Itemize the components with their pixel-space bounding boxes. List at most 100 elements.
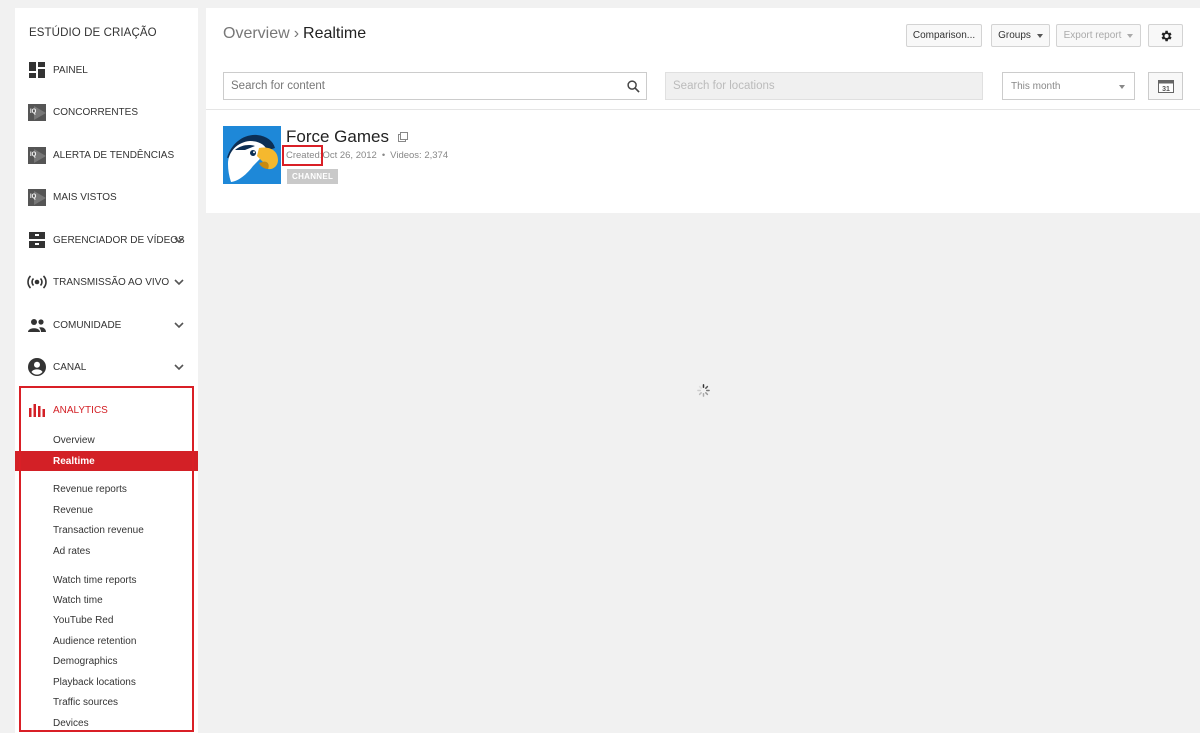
external-link-icon[interactable] [398,132,408,142]
sub-item-revenue-reports[interactable]: Revenue reports [15,479,198,499]
videos-label: Videos: [390,150,422,161]
meta-separator: • [381,150,386,161]
nav-label: ANALYTICS [53,404,108,416]
nav-label: CONCORRENTES [53,106,139,118]
caret-down-icon [1119,85,1125,89]
chevron-down-icon[interactable] [173,319,185,331]
nav-item-comunidade[interactable]: COMUNIDADE [15,311,198,339]
sub-item-youtube-red[interactable]: YouTube Red [15,610,198,630]
chevron-down-icon[interactable] [173,276,185,288]
gear-icon [1161,30,1172,41]
sub-item-transaction-revenue[interactable]: Transaction revenue [15,520,198,540]
nav-item-mais-vistos[interactable]: IQ MAIS VISTOS [15,183,198,211]
sub-item-overview[interactable]: Overview [15,430,198,450]
eagle-logo-icon [223,126,281,184]
sub-item-label: Ad rates [53,545,91,557]
comparison-button-label: Comparison... [912,30,976,41]
breadcrumb-separator: › [293,25,300,42]
sidebar: ESTÚDIO DE CRIAÇÃO PAINEL IQ CONCORRENTE… [15,8,198,733]
nav-label: MAIS VISTOS [53,191,117,203]
groups-button[interactable]: Groups [991,24,1050,47]
calendar-day: 31 [1162,86,1170,93]
sub-item-audience-retention[interactable]: Audience retention [15,631,198,651]
export-button-label: Export report [1063,30,1122,41]
channel-type-badge: CHANNEL [287,169,339,184]
sub-item-label: Demographics [53,655,118,667]
sub-item-label: Audience retention [53,635,137,647]
content-search-field[interactable] [223,72,647,100]
channel-icon: IQ [27,145,47,165]
channel-avatar[interactable] [223,126,281,184]
channel-icon: IQ [27,187,47,207]
comparison-button[interactable]: Comparison... [906,24,982,47]
nav-item-painel[interactable]: PAINEL [15,56,198,84]
video-manager-icon [27,230,47,250]
loading-spinner-icon [697,384,710,397]
divider [206,109,1200,110]
sub-item-label: Realtime [53,455,95,467]
location-search-input[interactable] [666,73,982,99]
caret-down-icon [1127,33,1134,38]
page-title: Realtime [303,25,367,42]
sub-item-ad-rates[interactable]: Ad rates [15,541,198,561]
date-range-value: This month [1011,80,1061,92]
sub-item-label: Watch time [53,594,103,606]
channel-meta: Created:Oct 26, 2012 • Videos: 2,374 [286,150,448,161]
dashboard-icon [27,60,47,80]
main-panel: Overview › Realtime Comparison... Groups E… [206,8,1200,213]
breadcrumb: Overview › Realtime [223,25,366,43]
nav-label: COMUNIDADE [53,319,122,331]
date-range-select[interactable]: This month [1002,72,1135,100]
channel-name[interactable]: Force Games [286,127,389,147]
sub-item-watch-time[interactable]: Watch time [15,590,198,610]
caret-down-icon [1036,33,1043,38]
nav-item-analytics[interactable]: ANALYTICS [15,396,198,424]
sub-item-label: Watch time reports [53,574,137,586]
live-broadcast-icon [27,272,47,292]
sub-item-revenue[interactable]: Revenue [15,500,198,520]
sub-item-label: YouTube Red [53,614,114,626]
nav-label: CANAL [53,361,87,373]
sub-item-realtime[interactable]: Realtime [15,451,198,471]
groups-button-label: Groups [998,30,1031,41]
channel-icon: IQ [27,102,47,122]
sub-item-playback-locations[interactable]: Playback locations [15,672,198,692]
sub-item-label: Overview [53,434,95,446]
nav-label: GERENCIADOR DE VÍDEOS [53,234,185,246]
nav-item-alerta-de-tendencias[interactable]: IQ ALERTA DE TENDÊNCIAS [15,141,198,169]
sub-item-watch-time-reports[interactable]: Watch time reports [15,570,198,590]
community-icon [27,315,47,335]
sub-item-label: Transaction revenue [53,524,144,536]
analytics-icon [27,400,47,420]
calendar-button[interactable]: 31 [1148,72,1183,100]
nav-item-gerenciador-de-videos[interactable]: GERENCIADOR DE VÍDEOS [15,226,198,254]
sub-item-devices[interactable]: Devices [15,713,198,733]
nav-item-transmissao-ao-vivo[interactable]: TRANSMISSÃO AO VIVO [15,268,198,296]
nav-item-canal[interactable]: CANAL [15,353,198,381]
breadcrumb-parent-link[interactable]: Overview [223,25,290,42]
content-search-input[interactable] [224,73,646,99]
nav-label: TRANSMISSÃO AO VIVO [53,276,170,288]
nav-label: PAINEL [53,64,88,76]
sub-item-label: Traffic sources [53,696,119,708]
chevron-down-icon[interactable] [173,234,185,246]
sub-item-label: Revenue reports [53,483,127,495]
sub-item-label: Revenue [53,504,94,516]
sub-item-demographics[interactable]: Demographics [15,651,198,671]
settings-button[interactable] [1148,24,1183,47]
studio-title: ESTÚDIO DE CRIAÇÃO [29,27,157,39]
sub-item-label: Devices [53,717,89,729]
location-search-field[interactable] [665,72,983,100]
nav-label: ALERTA DE TENDÊNCIAS [53,149,175,161]
videos-count: 2,374 [424,150,449,161]
nav-item-concorrentes[interactable]: IQ CONCORRENTES [15,98,198,126]
export-report-button[interactable]: Export report [1056,24,1141,47]
created-date: Oct 26, 2012 [322,150,377,161]
created-label: Created: [286,150,323,161]
calendar-icon: 31 [1157,80,1174,93]
chevron-down-icon[interactable] [173,361,185,373]
account-icon [27,357,47,377]
sub-item-traffic-sources[interactable]: Traffic sources [15,692,198,712]
search-icon[interactable] [627,80,640,93]
sub-item-label: Playback locations [53,676,136,688]
